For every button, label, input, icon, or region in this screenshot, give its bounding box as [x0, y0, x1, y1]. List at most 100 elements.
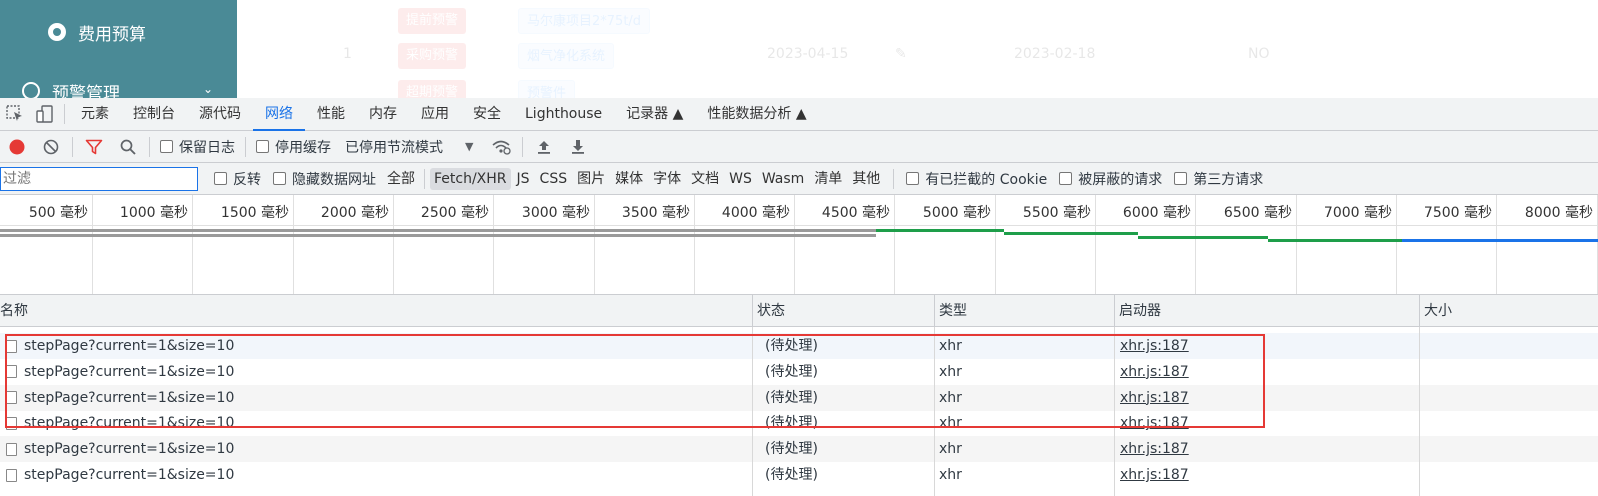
checkbox-box[interactable] [273, 172, 286, 185]
warning-tag: 提前预警 [398, 8, 467, 34]
table-row[interactable]: stepPage?current=1&size=10 (待处理) xhr xhr.js… [0, 359, 1598, 385]
tab-5[interactable]: 内存 [357, 98, 409, 131]
request-name[interactable]: stepPage?current=1&size=10 [0, 385, 234, 411]
network-toolbar: 保留日志 停用缓存 已停用节流模式 ▼ [0, 131, 1598, 163]
table-row[interactable]: stepPage?current=1&size=10 (待处理) xhr xhr.js… [0, 384, 1598, 411]
tab-6[interactable]: 应用 [409, 98, 461, 131]
timeline-overview[interactable]: 500 毫秒 1000 毫秒 1500 毫秒 2000 毫秒 2500 毫秒 3000 毫… [0, 195, 1598, 295]
column-header-size[interactable]: 大小 [1419, 295, 1598, 327]
table-header: 名称 状态 类型 启动器 大小 [0, 295, 1598, 327]
initiator-link[interactable]: xhr.js:187 [1120, 462, 1189, 488]
filter-type-10[interactable]: 清单 [810, 168, 846, 190]
checkbox-box[interactable] [906, 172, 920, 185]
column-header-name[interactable]: 名称 [0, 295, 752, 327]
edit-icon[interactable]: ✎ [895, 46, 907, 62]
third-party-checkbox[interactable]: 第三方请求 [1174, 169, 1263, 189]
export-har-icon[interactable] [566, 135, 590, 159]
filter-type-11[interactable]: 其他 [848, 168, 884, 190]
timeline-tick-label: 8000 毫秒 [1524, 205, 1593, 221]
filter-type-5[interactable]: 媒体 [611, 168, 647, 190]
filter-type-4[interactable]: 图片 [573, 168, 609, 190]
record-button[interactable] [5, 135, 29, 159]
tab-4[interactable]: 性能 [305, 98, 357, 131]
column-header-type[interactable]: 类型 [934, 295, 1114, 327]
filter-type-8[interactable]: WS [725, 168, 756, 190]
throttling-select[interactable]: 已停用节流模式 [345, 137, 443, 157]
timeline-tick-label: 1500 毫秒 [220, 205, 289, 221]
checkbox-label: 保留日志 [179, 139, 235, 156]
invert-checkbox[interactable]: 反转 [214, 169, 261, 189]
warning-tag: 超期预警 [398, 80, 467, 98]
column-header-initiator[interactable]: 启动器 [1114, 295, 1419, 327]
clear-button[interactable] [39, 135, 63, 159]
filter-type-0[interactable]: 全部 [383, 168, 419, 190]
filter-type-2[interactable]: JS [513, 168, 534, 190]
sidebar-item-budget[interactable]: 费用预算 [0, 17, 237, 47]
filter-type-3[interactable]: CSS [536, 168, 572, 190]
filter-type-6[interactable]: 字体 [649, 168, 685, 190]
blocked-cookies-checkbox[interactable]: 有已拦截的 Cookie [906, 169, 1047, 189]
inspect-element-icon[interactable] [6, 105, 24, 123]
chevron-down-icon[interactable]: ▼ [465, 140, 473, 153]
initiator-link[interactable]: xhr.js:187 [1120, 410, 1189, 436]
request-name[interactable]: stepPage?current=1&size=10 [0, 436, 234, 462]
initiator-link[interactable]: xhr.js:187 [1120, 333, 1189, 359]
request-name[interactable]: stepPage?current=1&size=10 [0, 359, 234, 385]
blocked-requests-checkbox[interactable]: 被屏蔽的请求 [1059, 169, 1162, 189]
checkbox-label: 被屏蔽的请求 [1078, 171, 1163, 188]
disable-cache-checkbox[interactable]: 停用缓存 [256, 137, 331, 157]
checkbox-box[interactable] [256, 140, 269, 153]
tab-9[interactable]: 记录器 ▲ [614, 98, 695, 131]
initiator-link[interactable]: xhr.js:187 [1120, 385, 1189, 411]
preserve-log-checkbox[interactable]: 保留日志 [160, 137, 235, 157]
waterfall-bar [1004, 232, 1138, 235]
table-row[interactable]: stepPage?current=1&size=10 (待处理) xhr xhr.js… [0, 333, 1598, 359]
network-conditions-icon[interactable] [489, 135, 513, 159]
table-row[interactable]: stepPage?current=1&size=10 (待处理) xhr xhr.js… [0, 436, 1598, 463]
checkbox-box[interactable] [160, 140, 173, 153]
request-name[interactable]: stepPage?current=1&size=10 [0, 410, 234, 436]
timeline-tick-label: 5000 毫秒 [922, 205, 991, 221]
hide-data-urls-checkbox[interactable]: 隐藏数据网址 [273, 169, 376, 189]
filter-input[interactable] [0, 166, 198, 191]
divider [72, 136, 73, 157]
tab-1[interactable]: 控制台 [121, 98, 187, 131]
request-name[interactable]: stepPage?current=1&size=10 [0, 333, 234, 359]
device-toolbar-icon[interactable] [36, 105, 54, 123]
file-icon [6, 391, 17, 405]
table-row[interactable]: stepPage?current=1&size=10 (待处理) xhr xhr.js… [0, 410, 1598, 436]
checkbox-box[interactable] [1059, 172, 1073, 185]
request-name[interactable]: stepPage?current=1&size=10 [0, 462, 234, 488]
tab-2[interactable]: 源代码 [187, 98, 253, 131]
tab-8[interactable]: Lighthouse [513, 98, 614, 131]
table-row[interactable]: stepPage?current=1&size=10 (待处理) xhr xhr.js… [0, 462, 1598, 488]
waterfall-bar [0, 234, 876, 237]
tab-3[interactable]: 网络 [253, 98, 305, 131]
waterfall-bar [1268, 239, 1402, 242]
sidebar-item-warning[interactable]: 预警管理 ⌄ [0, 76, 237, 98]
filter-type-9[interactable]: Wasm [758, 168, 808, 190]
filter-type-7[interactable]: 文档 [687, 168, 723, 190]
filter-type-1[interactable]: Fetch/XHR [430, 167, 511, 190]
tab-10[interactable]: 性能数据分析 ▲ [695, 98, 818, 131]
devtools-tab-bar: 元素 控制台 源代码 网络 性能 内存 应用 安全 Lighthouse 记录器 ▲ 性能数据分析 … [0, 98, 1598, 131]
tab-0[interactable]: 元素 [69, 98, 121, 131]
divider [522, 136, 524, 157]
tab-7[interactable]: 安全 [461, 98, 513, 131]
timeline-tick-label: 2500 毫秒 [420, 205, 489, 221]
initiator-link[interactable]: xhr.js:187 [1120, 436, 1189, 462]
timeline-tick-label: 2000 毫秒 [320, 205, 389, 221]
request-name-text: stepPage?current=1&size=10 [24, 441, 235, 458]
checkbox-box[interactable] [214, 172, 227, 185]
checkbox-box[interactable] [1174, 172, 1188, 185]
filter-icon[interactable] [82, 135, 106, 159]
file-icon [6, 442, 17, 456]
column-header-status[interactable]: 状态 [752, 295, 934, 327]
import-har-icon[interactable] [532, 135, 556, 159]
search-icon[interactable] [116, 135, 140, 159]
app-sidebar: 费用预算 预警管理 ⌄ [0, 0, 237, 98]
initiator-link[interactable]: xhr.js:187 [1120, 359, 1189, 385]
sidebar-item-label: 预警管理 [52, 83, 120, 99]
file-icon [6, 416, 17, 430]
waterfall-bar [0, 229, 876, 232]
